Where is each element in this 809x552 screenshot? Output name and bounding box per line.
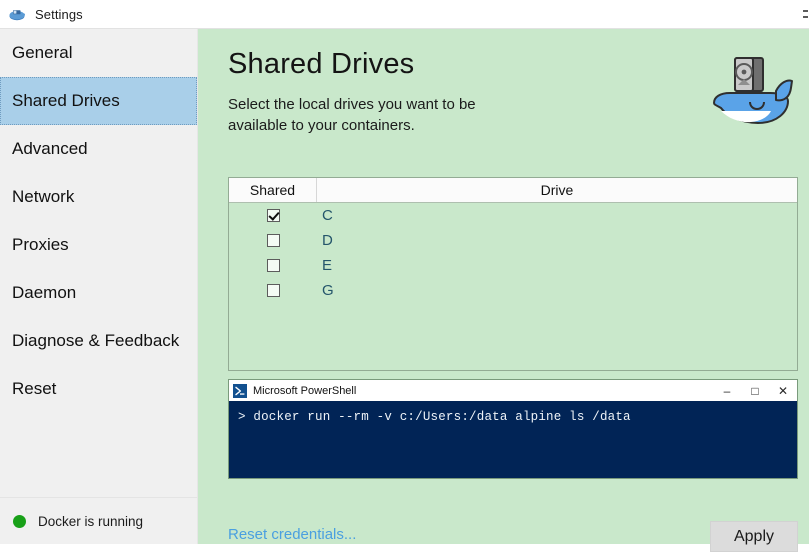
drive-shared-cell[interactable] [229,234,317,247]
console-title: Microsoft PowerShell [253,384,357,397]
drive-shared-cell[interactable] [229,284,317,297]
window-title: Settings [35,6,83,22]
table-row[interactable]: D [229,228,797,253]
minimize-icon[interactable]: – [713,380,741,401]
status-indicator-icon [13,514,26,528]
sidebar-item-shared-drives[interactable]: Shared Drives [0,77,197,125]
table-row[interactable]: C [229,203,797,228]
sidebar: General Shared Drives Advanced Network P… [0,29,198,544]
drive-shared-checkbox[interactable] [266,259,280,272]
apply-button[interactable]: Apply [710,521,798,552]
drive-shared-checkbox[interactable] [266,284,280,297]
sidebar-item-label: Network [12,187,75,206]
more-options-icon[interactable] [803,10,809,18]
maximize-icon[interactable]: □ [741,380,769,401]
page-title: Shared Drives [228,48,415,80]
drive-shared-checkbox[interactable] [266,234,280,247]
column-header-drive: Drive [540,182,574,198]
sidebar-item-reset[interactable]: Reset [0,365,197,413]
drive-letter: D [322,232,333,249]
console-title-bar: Microsoft PowerShell – □ ✕ [229,380,797,401]
main-panel: Shared Drives Select the local drives yo… [198,29,809,552]
sidebar-item-label: Proxies [12,235,69,254]
drive-shared-cell[interactable] [229,259,317,272]
title-bar: Settings [0,0,809,29]
console-window-controls: – □ ✕ [713,380,797,401]
reset-credentials-link[interactable]: Reset credentials... [228,526,356,543]
sidebar-item-label: Reset [12,379,57,398]
settings-window: Settings General Shared Drives Advanced … [0,0,809,552]
console-command-line: > docker run --rm -v c:/Users:/data alpi… [238,410,631,424]
table-row[interactable]: G [229,278,797,303]
sidebar-item-label: Daemon [12,283,77,302]
sidebar-item-diagnose-feedback[interactable]: Diagnose & Feedback [0,317,197,365]
sidebar-item-proxies[interactable]: Proxies [0,221,197,269]
sidebar-item-advanced[interactable]: Advanced [0,125,197,173]
powershell-console-window: Microsoft PowerShell – □ ✕ > docker run … [228,379,798,479]
status-text: Docker is running [38,513,144,529]
sidebar-item-label: General [12,43,73,62]
drive-shared-checkbox[interactable] [266,209,280,222]
docker-whale-icon [8,5,26,23]
powershell-icon [233,383,247,398]
panel-header: Shared Drives Select the local drives yo… [228,48,648,136]
table-row[interactable]: E [229,253,797,278]
sidebar-item-daemon[interactable]: Daemon [0,269,197,317]
column-header-shared: Shared [229,178,317,202]
sidebar-item-label: Shared Drives [12,91,120,110]
docker-whale-with-harddrive-icon [704,47,796,139]
drive-letter: G [322,282,334,299]
table-header: Shared Drive [229,178,797,203]
console-body[interactable]: > docker run --rm -v c:/Users:/data alpi… [229,401,797,478]
sidebar-item-label: Diagnose & Feedback [12,331,180,350]
close-icon[interactable]: ✕ [769,380,797,401]
shared-drives-table: Shared Drive C D E G [228,177,798,371]
drive-letter: C [322,207,333,224]
status-bar: Docker is running [0,497,197,544]
page-subtitle: Select the local drives you want to be a… [228,96,476,134]
sidebar-item-label: Advanced [12,139,88,158]
sidebar-item-general[interactable]: General [0,29,197,77]
drive-shared-cell[interactable] [229,209,317,222]
sidebar-item-network[interactable]: Network [0,173,197,221]
drive-letter: E [322,257,333,274]
